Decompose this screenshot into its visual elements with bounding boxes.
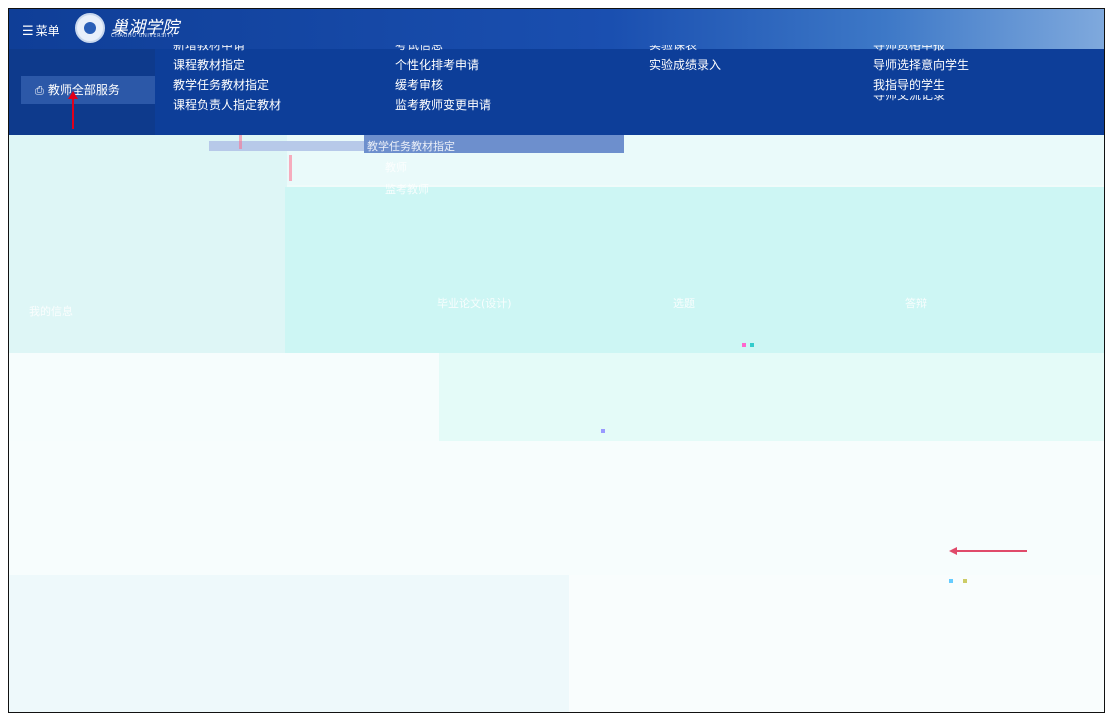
menu-item[interactable]: 导师交流记录	[873, 95, 969, 101]
top-bar: ☰ 菜单 巢湖学院 CHAOHU UNIVERSITY	[9, 9, 1104, 49]
glitch-pixel	[239, 135, 242, 149]
glitch-band	[569, 575, 1104, 712]
university-logo: 巢湖学院 CHAOHU UNIVERSITY	[75, 11, 179, 45]
annotation-arrow	[957, 550, 1027, 552]
menu-label: 菜单	[35, 24, 60, 38]
menu-item[interactable]: 课程负责人指定教材	[173, 95, 281, 115]
ghost-text: 教师	[385, 161, 407, 174]
glitch-band	[9, 441, 1104, 581]
seal-icon	[75, 13, 105, 43]
glitch-band	[285, 187, 1104, 357]
glitch-band	[9, 575, 569, 712]
ghost-text: 监考教师	[385, 183, 429, 196]
hamburger-icon: ☰	[22, 24, 34, 39]
menu-item[interactable]: 个性化排考申请	[395, 55, 491, 75]
menu-item[interactable]: 导师选择意向学生	[873, 55, 969, 75]
document-icon: ⎙	[35, 84, 44, 97]
menu-item[interactable]: 课程教材指定	[173, 55, 281, 75]
annotation-arrow-head	[68, 91, 78, 99]
app-window: ☰ 菜单 巢湖学院 CHAOHU UNIVERSITY ⎙ 教师全部服务 新增教材申…	[8, 8, 1105, 713]
menu-column-tutor: 导师资格申报 导师选择意向学生 我指导的学生 导师交流记录	[873, 45, 969, 101]
menu-item[interactable]: 考试信息	[395, 45, 491, 55]
menu-item[interactable]: 我指导的学生	[873, 75, 969, 95]
glitch-band	[439, 353, 1104, 443]
glitch-pixel	[750, 343, 754, 347]
sidebar-item-label: 教师全部服务	[47, 83, 120, 97]
glitch-pixel	[601, 429, 605, 433]
logo-en: CHAOHU UNIVERSITY	[111, 33, 175, 39]
ghost-text: 我的信息	[29, 305, 73, 318]
ghost-text: 答辩	[905, 297, 927, 310]
glitch-pixel	[963, 579, 967, 583]
menu-column-exam: 考试信息 个性化排考申请 缓考审核 监考教师变更申请	[395, 45, 491, 115]
annotation-arrow-head	[949, 547, 957, 555]
glitch-pixel	[742, 343, 746, 347]
annotation-arrow	[72, 99, 74, 129]
menu-item[interactable]: 导师资格申报	[873, 45, 969, 55]
menu-item[interactable]: 缓考审核	[395, 75, 491, 95]
menu-item[interactable]: 教学任务教材指定	[173, 75, 281, 95]
menu-button[interactable]: ☰ 菜单	[22, 22, 60, 39]
menu-item[interactable]: 实验成绩录入	[649, 55, 721, 75]
glitch-band	[9, 135, 287, 355]
sidebar-item-all-services[interactable]: ⎙ 教师全部服务	[21, 76, 155, 104]
ghost-text: 选题	[673, 297, 695, 310]
menu-item[interactable]: 实验课表	[649, 45, 721, 55]
service-dropdown-menu: 新增教材申请 课程教材指定 教学任务教材指定 课程负责人指定教材 考试信息 个性…	[155, 45, 1104, 135]
menu-item[interactable]: 新增教材申请	[173, 45, 281, 55]
sidebar: ⎙ 教师全部服务	[9, 49, 155, 135]
glitch-band	[9, 353, 439, 443]
menu-item[interactable]: 监考教师变更申请	[395, 95, 491, 115]
menu-column-textbook: 新增教材申请 课程教材指定 教学任务教材指定 课程负责人指定教材	[173, 45, 281, 115]
ghost-text: 教学任务教材指定	[367, 140, 455, 153]
glitch-pixel	[289, 155, 292, 181]
glitch-pixel	[949, 579, 953, 583]
ghost-text: 毕业论文(设计)	[437, 297, 512, 310]
glitched-content-area: 教学任务教材指定 教师 监考教师 我的信息 毕业论文(设计) 选题 答辩	[9, 135, 1104, 712]
menu-column-lab: 实验课表 实验成绩录入	[649, 45, 721, 75]
